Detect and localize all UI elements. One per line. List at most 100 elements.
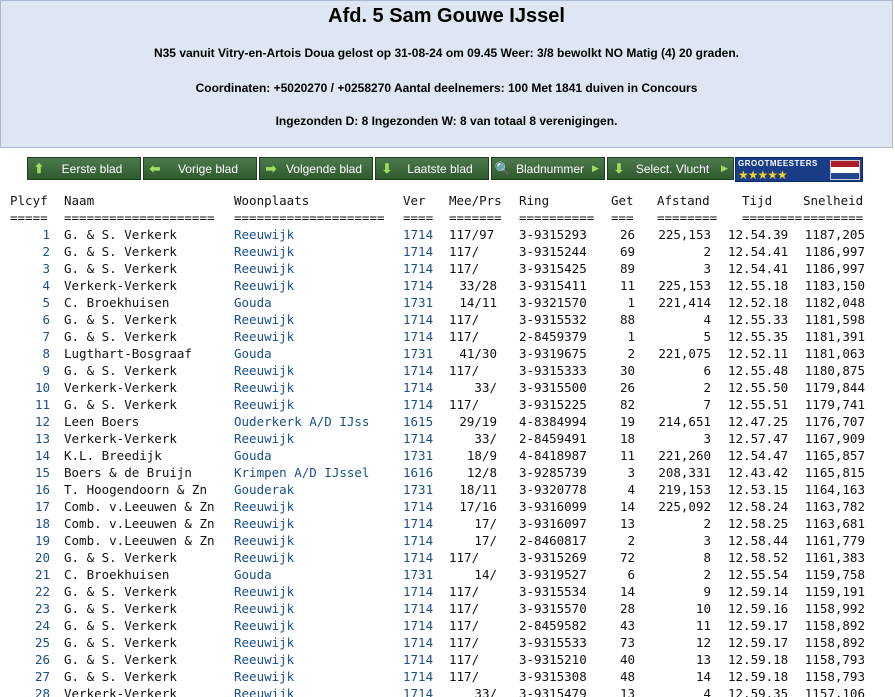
place-number[interactable]: 15 bbox=[10, 464, 50, 481]
residence-link[interactable]: Krimpen A/D IJssel bbox=[234, 464, 369, 481]
club-number[interactable]: 1714 bbox=[403, 634, 433, 651]
club-number[interactable]: 1714 bbox=[403, 430, 433, 447]
club-number[interactable]: 1714 bbox=[403, 583, 433, 600]
club-number[interactable]: 1714 bbox=[403, 498, 433, 515]
grootmeesters-logo[interactable]: GROOTMEESTERS ★★★★★ bbox=[735, 157, 863, 182]
select-flight-button[interactable]: ⬇ Select. Vlucht ▶ bbox=[607, 157, 734, 180]
residence-link[interactable]: Reeuwijk bbox=[234, 549, 294, 566]
place-number[interactable]: 2 bbox=[10, 243, 50, 260]
ring-number: 3-9315333 bbox=[519, 363, 587, 378]
place-number[interactable]: 11 bbox=[10, 396, 50, 413]
speed: 1183,150 bbox=[804, 278, 865, 293]
next-page-button[interactable]: ➡ Volgende blad bbox=[259, 157, 373, 180]
club-number[interactable]: 1714 bbox=[403, 685, 433, 697]
previous-page-button[interactable]: ⬅ Vorige blad bbox=[143, 157, 257, 180]
place-number[interactable]: 28 bbox=[10, 685, 50, 697]
residence-link[interactable]: Reeuwijk bbox=[234, 260, 294, 277]
place-number[interactable]: 6 bbox=[10, 311, 50, 328]
place-number[interactable]: 18 bbox=[10, 515, 50, 532]
place-number[interactable]: 25 bbox=[10, 634, 50, 651]
residence-link[interactable]: Reeuwijk bbox=[234, 685, 294, 697]
residence-link[interactable]: Reeuwijk bbox=[234, 328, 294, 345]
residence-link[interactable]: Reeuwijk bbox=[234, 617, 294, 634]
club-number[interactable]: 1714 bbox=[403, 362, 433, 379]
residence-link[interactable]: Reeuwijk bbox=[234, 430, 294, 447]
place-number[interactable]: 4 bbox=[10, 277, 50, 294]
residence-link[interactable]: Gouda bbox=[234, 294, 272, 311]
place-number[interactable]: 13 bbox=[10, 430, 50, 447]
place-number[interactable]: 7 bbox=[10, 328, 50, 345]
club-number[interactable]: 1616 bbox=[403, 464, 433, 481]
residence-link[interactable]: Ouderkerk A/D IJss bbox=[234, 413, 369, 430]
residence-link[interactable]: Reeuwijk bbox=[234, 651, 294, 668]
bird-number: 28 bbox=[619, 601, 635, 616]
place-number[interactable]: 8 bbox=[10, 345, 50, 362]
club-number[interactable]: 1714 bbox=[403, 243, 433, 260]
place-number[interactable]: 23 bbox=[10, 600, 50, 617]
club-number[interactable]: 1731 bbox=[403, 481, 433, 498]
club-number[interactable]: 1714 bbox=[403, 328, 433, 345]
place-number[interactable]: 1 bbox=[10, 226, 50, 243]
first-page-button[interactable]: ⬆ Eerste blad bbox=[27, 157, 141, 180]
place-number[interactable]: 16 bbox=[10, 481, 50, 498]
club-number[interactable]: 1714 bbox=[403, 379, 433, 396]
place-number[interactable]: 10 bbox=[10, 379, 50, 396]
club-number[interactable]: 1714 bbox=[403, 651, 433, 668]
residence-link[interactable]: Reeuwijk bbox=[234, 277, 294, 294]
residence-link[interactable]: Reeuwijk bbox=[234, 515, 294, 532]
club-number[interactable]: 1615 bbox=[403, 413, 433, 430]
arrival-time: 12.59.35 bbox=[728, 686, 789, 697]
place-number[interactable]: 3 bbox=[10, 260, 50, 277]
place-number[interactable]: 12 bbox=[10, 413, 50, 430]
entries-prizes: 117/ bbox=[449, 312, 480, 327]
residence-link[interactable]: Reeuwijk bbox=[234, 379, 294, 396]
place-number[interactable]: 21 bbox=[10, 566, 50, 583]
residence-link[interactable]: Gouda bbox=[234, 447, 272, 464]
residence-link[interactable]: Gouderak bbox=[234, 481, 294, 498]
place-number[interactable]: 19 bbox=[10, 532, 50, 549]
place-number[interactable]: 22 bbox=[10, 583, 50, 600]
club-number[interactable]: 1714 bbox=[403, 226, 433, 243]
residence-link[interactable]: Reeuwijk bbox=[234, 311, 294, 328]
residence-link[interactable]: Reeuwijk bbox=[234, 634, 294, 651]
club-number[interactable]: 1714 bbox=[403, 277, 433, 294]
place-number[interactable]: 9 bbox=[10, 362, 50, 379]
residence-link[interactable]: Gouda bbox=[234, 345, 272, 362]
club-number[interactable]: 1714 bbox=[403, 515, 433, 532]
club-number[interactable]: 1714 bbox=[403, 600, 433, 617]
club-number[interactable]: 1714 bbox=[403, 549, 433, 566]
flight-info: N35 vanuit Vitry-en-Artois Doua gelost o… bbox=[153, 46, 740, 60]
club-number[interactable]: 1714 bbox=[403, 311, 433, 328]
place-number[interactable]: 14 bbox=[10, 447, 50, 464]
speed: 1165,815 bbox=[804, 465, 865, 480]
club-number[interactable]: 1731 bbox=[403, 566, 433, 583]
place-number[interactable]: 5 bbox=[10, 294, 50, 311]
residence-link[interactable]: Reeuwijk bbox=[234, 668, 294, 685]
residence-link[interactable]: Reeuwijk bbox=[234, 498, 294, 515]
residence-link[interactable]: Reeuwijk bbox=[234, 583, 294, 600]
speed: 1176,707 bbox=[804, 414, 865, 429]
club-number[interactable]: 1714 bbox=[403, 396, 433, 413]
club-number[interactable]: 1714 bbox=[403, 617, 433, 634]
residence-link[interactable]: Reeuwijk bbox=[234, 362, 294, 379]
place-number[interactable]: 17 bbox=[10, 498, 50, 515]
club-number[interactable]: 1714 bbox=[403, 668, 433, 685]
place-number[interactable]: 24 bbox=[10, 617, 50, 634]
residence-link[interactable]: Reeuwijk bbox=[234, 226, 294, 243]
last-page-button[interactable]: ⬇ Laatste blad bbox=[375, 157, 489, 180]
club-number[interactable]: 1714 bbox=[403, 260, 433, 277]
club-number[interactable]: 1731 bbox=[403, 447, 433, 464]
place-number[interactable]: 27 bbox=[10, 668, 50, 685]
residence-link[interactable]: Reeuwijk bbox=[234, 532, 294, 549]
residence-link[interactable]: Gouda bbox=[234, 566, 272, 583]
club-number[interactable]: 1731 bbox=[403, 294, 433, 311]
place-number[interactable]: 20 bbox=[10, 549, 50, 566]
page-number-button[interactable]: 🔍 Bladnummer ▶ bbox=[491, 157, 605, 180]
coordinates-info: Coordinaten: +5020270 / +0258270 Aantal … bbox=[195, 81, 698, 95]
club-number[interactable]: 1731 bbox=[403, 345, 433, 362]
residence-link[interactable]: Reeuwijk bbox=[234, 396, 294, 413]
club-number[interactable]: 1714 bbox=[403, 532, 433, 549]
residence-link[interactable]: Reeuwijk bbox=[234, 600, 294, 617]
residence-link[interactable]: Reeuwijk bbox=[234, 243, 294, 260]
place-number[interactable]: 26 bbox=[10, 651, 50, 668]
